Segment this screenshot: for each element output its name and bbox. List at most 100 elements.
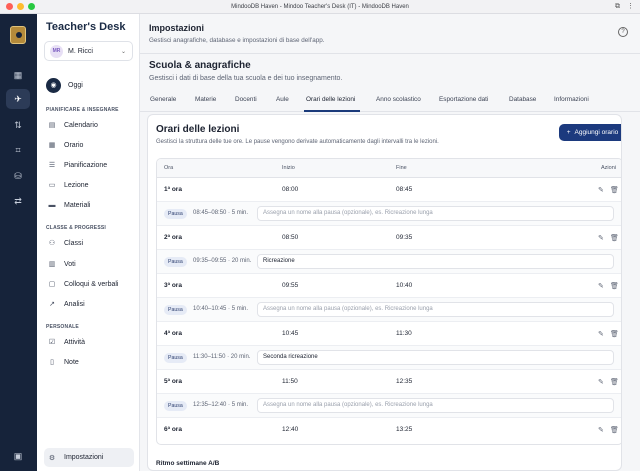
- tab-informazioni[interactable]: Informazioni: [554, 96, 589, 103]
- chat-icon: ▢: [48, 281, 56, 288]
- pause-badge: Pausa: [164, 257, 187, 267]
- sidebar-item-lezione[interactable]: ▭ Lezione: [44, 177, 134, 193]
- edit-icon[interactable]: ✎: [598, 426, 604, 434]
- sidebar-item-attivita[interactable]: ☑ Attività: [44, 334, 134, 350]
- section-title: Scuola & anagrafiche: [149, 60, 251, 71]
- sidebar-item-analisi[interactable]: ↗ Analisi: [44, 296, 134, 312]
- rail-sync-button[interactable]: ⇅: [6, 115, 30, 135]
- sidebar-item-classi[interactable]: ⚇ Classi: [44, 235, 134, 251]
- pause-badge: Pausa: [164, 209, 187, 219]
- more-icon[interactable]: ⋮: [627, 3, 634, 11]
- ab-weeks-title: Ritmo settimane A/B: [156, 460, 220, 467]
- sidebar-item-note[interactable]: ▯ Note: [44, 354, 134, 370]
- table-header: Ora Inizio Fine Azioni: [157, 159, 621, 178]
- rail-panel-button[interactable]: ▣: [6, 446, 30, 466]
- add-time-button[interactable]: + Aggiungi orario: [559, 124, 621, 141]
- folder-icon: ▬: [48, 201, 56, 209]
- lesson-end[interactable]: 11:30: [396, 330, 412, 337]
- trash-icon[interactable]: 🗑: [610, 426, 619, 434]
- pause-name-input[interactable]: Ricreazione: [257, 254, 614, 269]
- trash-icon[interactable]: 🗑: [610, 234, 619, 242]
- grid-icon: ▦: [13, 69, 23, 80]
- sidebar-item-calendario[interactable]: ▤ Calendario: [44, 117, 134, 133]
- trash-icon[interactable]: 🗑: [610, 282, 619, 290]
- rail-teacher-button[interactable]: ✈: [6, 89, 30, 109]
- lesson-end[interactable]: 10:40: [396, 282, 412, 289]
- tab-anno-scolastico[interactable]: Anno scolastico: [376, 96, 421, 103]
- card-title: Orari delle lezioni: [156, 124, 240, 135]
- pause-time: 12:35–12:40 · 5 min.: [193, 402, 249, 408]
- lesson-start[interactable]: 08:50: [282, 234, 298, 241]
- lesson-end[interactable]: 12:35: [396, 378, 412, 385]
- pause-name-input[interactable]: Assegna un nome alla pausa (opzionale), …: [257, 302, 614, 317]
- rail-scan-button[interactable]: ⌗: [6, 140, 30, 160]
- edit-icon[interactable]: ✎: [598, 330, 604, 338]
- sidebar: Teacher's Desk MR M. Ricci ⌄ ◉ Oggi PIAN…: [37, 14, 140, 471]
- plus-icon: +: [566, 129, 571, 136]
- pause-badge: Pausa: [164, 305, 187, 315]
- pause-row: Pausa 09:35–09:55 · 20 min. Ricreazione: [157, 250, 621, 274]
- sidebar-item-label: Orario: [64, 141, 84, 149]
- user-switcher[interactable]: MR M. Ricci ⌄: [44, 41, 133, 61]
- tab-database[interactable]: Database: [509, 96, 536, 103]
- lesson-name: 2ª ora: [164, 234, 182, 241]
- edit-icon[interactable]: ✎: [598, 234, 604, 242]
- sidebar-item-voti[interactable]: ▥ Voti: [44, 256, 134, 272]
- pause-row: Pausa 08:45–08:50 · 5 min. Assegna un no…: [157, 202, 621, 226]
- section-subtitle: Gestisci i dati di base della tua scuola…: [149, 75, 343, 82]
- trash-icon[interactable]: 🗑: [610, 378, 619, 386]
- sidebar-item-colloqui[interactable]: ▢ Colloqui & verbali: [44, 276, 134, 292]
- tab-orari-delle-lezioni[interactable]: Orari delle lezioni: [306, 96, 355, 103]
- gear-icon: ⚙: [48, 454, 56, 462]
- sidebar-item-oggi[interactable]: ◉ Oggi: [44, 74, 133, 96]
- help-icon[interactable]: ?: [618, 27, 628, 37]
- tab-materie[interactable]: Materie: [195, 96, 216, 103]
- lesson-end[interactable]: 09:35: [396, 234, 412, 241]
- panel-icon: ▣: [13, 450, 23, 461]
- tasks-icon: ☑: [48, 339, 56, 346]
- edit-icon[interactable]: ✎: [598, 378, 604, 386]
- edit-icon[interactable]: ✎: [598, 186, 604, 194]
- edit-icon[interactable]: ✎: [598, 282, 604, 290]
- trash-icon[interactable]: 🗑: [610, 330, 619, 338]
- rail-database-button[interactable]: ⛁: [6, 166, 30, 186]
- pause-name-input[interactable]: Assegna un nome alla pausa (opzionale), …: [257, 398, 614, 413]
- timetable-icon: ▦: [48, 142, 56, 149]
- external-window-icon[interactable]: ⧉: [615, 3, 620, 11]
- rail-transfer-button[interactable]: ⇄: [6, 191, 30, 211]
- sidebar-item-pianificazione[interactable]: ☰ Pianificazione: [44, 157, 134, 173]
- lesson-start[interactable]: 09:55: [282, 282, 298, 289]
- lesson-times-card: Orari delle lezioni Gestisci la struttur…: [147, 114, 622, 471]
- lesson-start[interactable]: 10:45: [282, 330, 298, 337]
- trash-icon[interactable]: 🗑: [610, 186, 619, 194]
- pause-name-input[interactable]: Assegna un nome alla pausa (opzionale), …: [257, 206, 614, 221]
- section-label: PIANIFICARE & INSEGNARE: [46, 107, 119, 113]
- tab-aule[interactable]: Aule: [276, 96, 289, 103]
- avatar: MR: [50, 44, 63, 58]
- sidebar-item-materiali[interactable]: ▬ Materiali: [44, 197, 134, 213]
- tab-generale[interactable]: Generale: [150, 96, 176, 103]
- table-row: 5ª ora 11:50 12:35 ✎ 🗑: [157, 370, 621, 394]
- sidebar-item-orario[interactable]: ▦ Orario: [44, 137, 134, 153]
- card-subtitle: Gestisci la struttura delle tue ore. Le …: [156, 139, 439, 145]
- lesson-end[interactable]: 13:25: [396, 426, 412, 433]
- page-subtitle: Gestisci anagrafiche, database e imposta…: [149, 37, 325, 44]
- lesson-end[interactable]: 08:45: [396, 186, 412, 193]
- sidebar-item-label: Pianificazione: [64, 161, 108, 169]
- user-name: M. Ricci: [68, 47, 93, 55]
- lesson-start[interactable]: 11:50: [282, 378, 298, 385]
- pause-name-input[interactable]: Seconda ricreazione: [257, 350, 614, 365]
- sidebar-item-label: Materiali: [64, 201, 91, 209]
- lesson-start[interactable]: 08:00: [282, 186, 298, 193]
- tab-docenti[interactable]: Docenti: [235, 96, 257, 103]
- app-logo-icon: [10, 26, 26, 44]
- rail-dashboard-button[interactable]: ▦: [6, 65, 30, 85]
- lesson-start[interactable]: 12:40: [282, 426, 298, 433]
- tab-esportazione-dati[interactable]: Esportazione dati: [439, 96, 488, 103]
- calendar-icon: ▤: [48, 122, 56, 129]
- analytics-icon: ↗: [49, 301, 55, 308]
- sidebar-item-impostazioni[interactable]: ⚙ Impostazioni: [44, 448, 134, 467]
- section-label: PERSONALE: [46, 324, 79, 330]
- add-time-label: Aggiungi orario: [574, 129, 619, 136]
- column-header-azioni: Azioni: [601, 165, 616, 171]
